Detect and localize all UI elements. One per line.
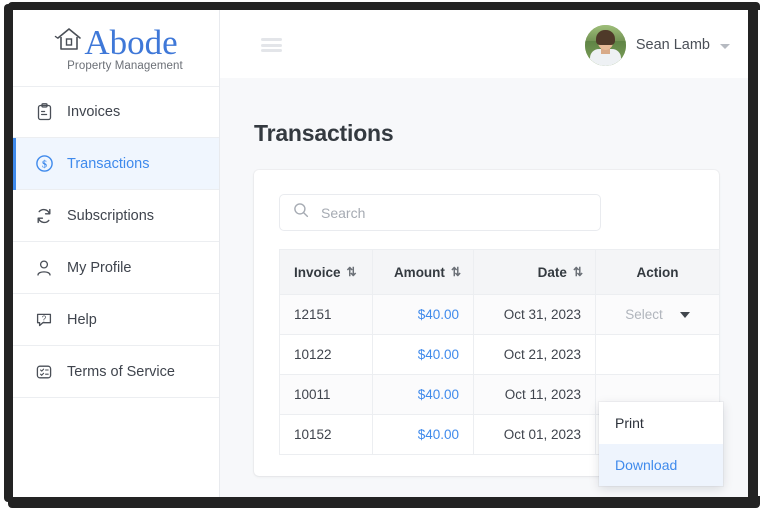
column-label: Date <box>537 264 567 280</box>
column-header-invoice[interactable]: Invoice ⇅ <box>279 249 373 295</box>
cell-amount: $40.00 <box>372 414 474 455</box>
person-icon <box>34 258 54 278</box>
cell-date: Oct 21, 2023 <box>473 334 596 375</box>
user-name-label: Sean Lamb <box>635 37 710 53</box>
table-row: 12151 $40.00 Oct 31, 2023 Select <box>279 294 720 335</box>
dropdown-item-download[interactable]: Download <box>599 444 723 486</box>
user-menu[interactable]: Sean Lamb <box>584 24 730 66</box>
sidebar-item-my-profile[interactable]: My Profile <box>13 242 219 294</box>
amount-value: $40.00 <box>417 307 459 322</box>
column-label: Action <box>636 264 679 280</box>
sidebar-item-label: Subscriptions <box>67 207 155 224</box>
amount-value: $40.00 <box>417 387 459 402</box>
cell-date: Oct 11, 2023 <box>473 374 596 415</box>
action-select-label: Select <box>625 307 663 322</box>
document-list-icon <box>34 362 54 382</box>
cell-date: Oct 31, 2023 <box>473 294 596 335</box>
house-icon <box>54 24 84 59</box>
chevron-down-icon[interactable] <box>720 43 730 49</box>
refresh-icon <box>34 206 54 226</box>
chevron-down-icon[interactable] <box>679 311 690 318</box>
sidebar-item-label: Invoices <box>67 104 121 120</box>
sidebar-item-label: My Profile <box>67 259 132 276</box>
table-header: Invoice ⇅ Amount ⇅ Date ⇅ Action <box>279 249 720 295</box>
cell-amount: $40.00 <box>372 294 474 335</box>
sort-updown-icon[interactable]: ⇅ <box>451 265 461 279</box>
device-frame-top <box>8 2 760 10</box>
sidebar-item-label: Terms of Service <box>67 363 175 380</box>
search-field[interactable] <box>279 194 601 231</box>
sidebar-item-label: Help <box>67 311 97 328</box>
avatar <box>584 24 626 66</box>
hamburger-icon[interactable] <box>261 38 282 52</box>
help-bubble-icon: ? <box>34 310 54 330</box>
hamburger-line <box>261 49 282 52</box>
screenshot-frame: Abode Property Management Invoices $ Tra… <box>0 0 768 513</box>
column-header-date[interactable]: Date ⇅ <box>473 249 596 295</box>
cell-invoice: 10011 <box>279 374 373 415</box>
brand-tagline: Property Management <box>67 60 183 72</box>
dropdown-item-label: Download <box>615 457 678 473</box>
hamburger-line <box>261 43 282 47</box>
sidebar-item-help[interactable]: ? Help <box>13 294 219 346</box>
device-frame-left <box>4 4 13 502</box>
sidebar-nav: Invoices $ Transactions Subscriptions My… <box>13 86 219 398</box>
app-window: Abode Property Management Invoices $ Tra… <box>13 10 748 497</box>
sidebar-item-label: Transactions <box>67 155 150 172</box>
dropdown-item-label: Print <box>615 415 644 431</box>
sidebar-item-terms-of-service[interactable]: Terms of Service <box>13 346 219 398</box>
svg-text:?: ? <box>42 314 47 323</box>
transactions-card: Invoice ⇅ Amount ⇅ Date ⇅ Action <box>254 170 723 486</box>
top-bar: Sean Lamb <box>220 10 748 79</box>
column-header-amount[interactable]: Amount ⇅ <box>372 249 474 295</box>
search-input[interactable] <box>319 203 583 222</box>
search-icon <box>293 202 309 223</box>
sidebar: Abode Property Management Invoices $ Tra… <box>13 10 220 497</box>
action-select[interactable]: Select <box>610 295 705 334</box>
sidebar-item-invoices[interactable]: Invoices <box>13 86 219 138</box>
main-content: Transactions Invoic <box>220 78 748 497</box>
sidebar-item-transactions[interactable]: $ Transactions <box>13 138 219 190</box>
table-row: 10122 $40.00 Oct 21, 2023 Select <box>279 334 720 375</box>
cell-amount: $40.00 <box>372 334 474 375</box>
column-header-action: Action <box>595 249 720 295</box>
brand-logo[interactable]: Abode Property Management <box>13 20 219 82</box>
action-dropdown-menu[interactable]: Print Download <box>599 402 723 486</box>
column-label: Invoice <box>294 264 341 280</box>
cell-invoice: 10122 <box>279 334 373 375</box>
sort-updown-icon[interactable]: ⇅ <box>347 265 357 279</box>
dropdown-item-print[interactable]: Print <box>599 402 723 444</box>
brand-name: Abode <box>84 23 178 62</box>
cell-invoice: 10152 <box>279 414 373 455</box>
sidebar-item-subscriptions[interactable]: Subscriptions <box>13 190 219 242</box>
device-frame-right <box>748 4 758 502</box>
action-select[interactable]: Select <box>610 335 705 374</box>
amount-value: $40.00 <box>417 427 459 442</box>
cell-invoice: 12151 <box>279 294 373 335</box>
device-frame-bottom <box>8 496 760 508</box>
svg-text:$: $ <box>42 159 47 170</box>
column-label: Amount <box>393 264 445 280</box>
sort-updown-icon[interactable]: ⇅ <box>573 265 583 279</box>
dollar-circle-icon: $ <box>34 154 54 174</box>
cell-date: Oct 01, 2023 <box>473 414 596 455</box>
table-header-row: Invoice ⇅ Amount ⇅ Date ⇅ Action <box>279 249 720 295</box>
cell-action[interactable]: Select <box>595 294 720 335</box>
cell-amount: $40.00 <box>372 374 474 415</box>
hamburger-line <box>261 38 282 41</box>
clipboard-icon <box>34 102 54 122</box>
amount-value: $40.00 <box>417 347 459 362</box>
cell-action[interactable]: Select <box>595 334 720 375</box>
page-title: Transactions <box>254 120 394 146</box>
